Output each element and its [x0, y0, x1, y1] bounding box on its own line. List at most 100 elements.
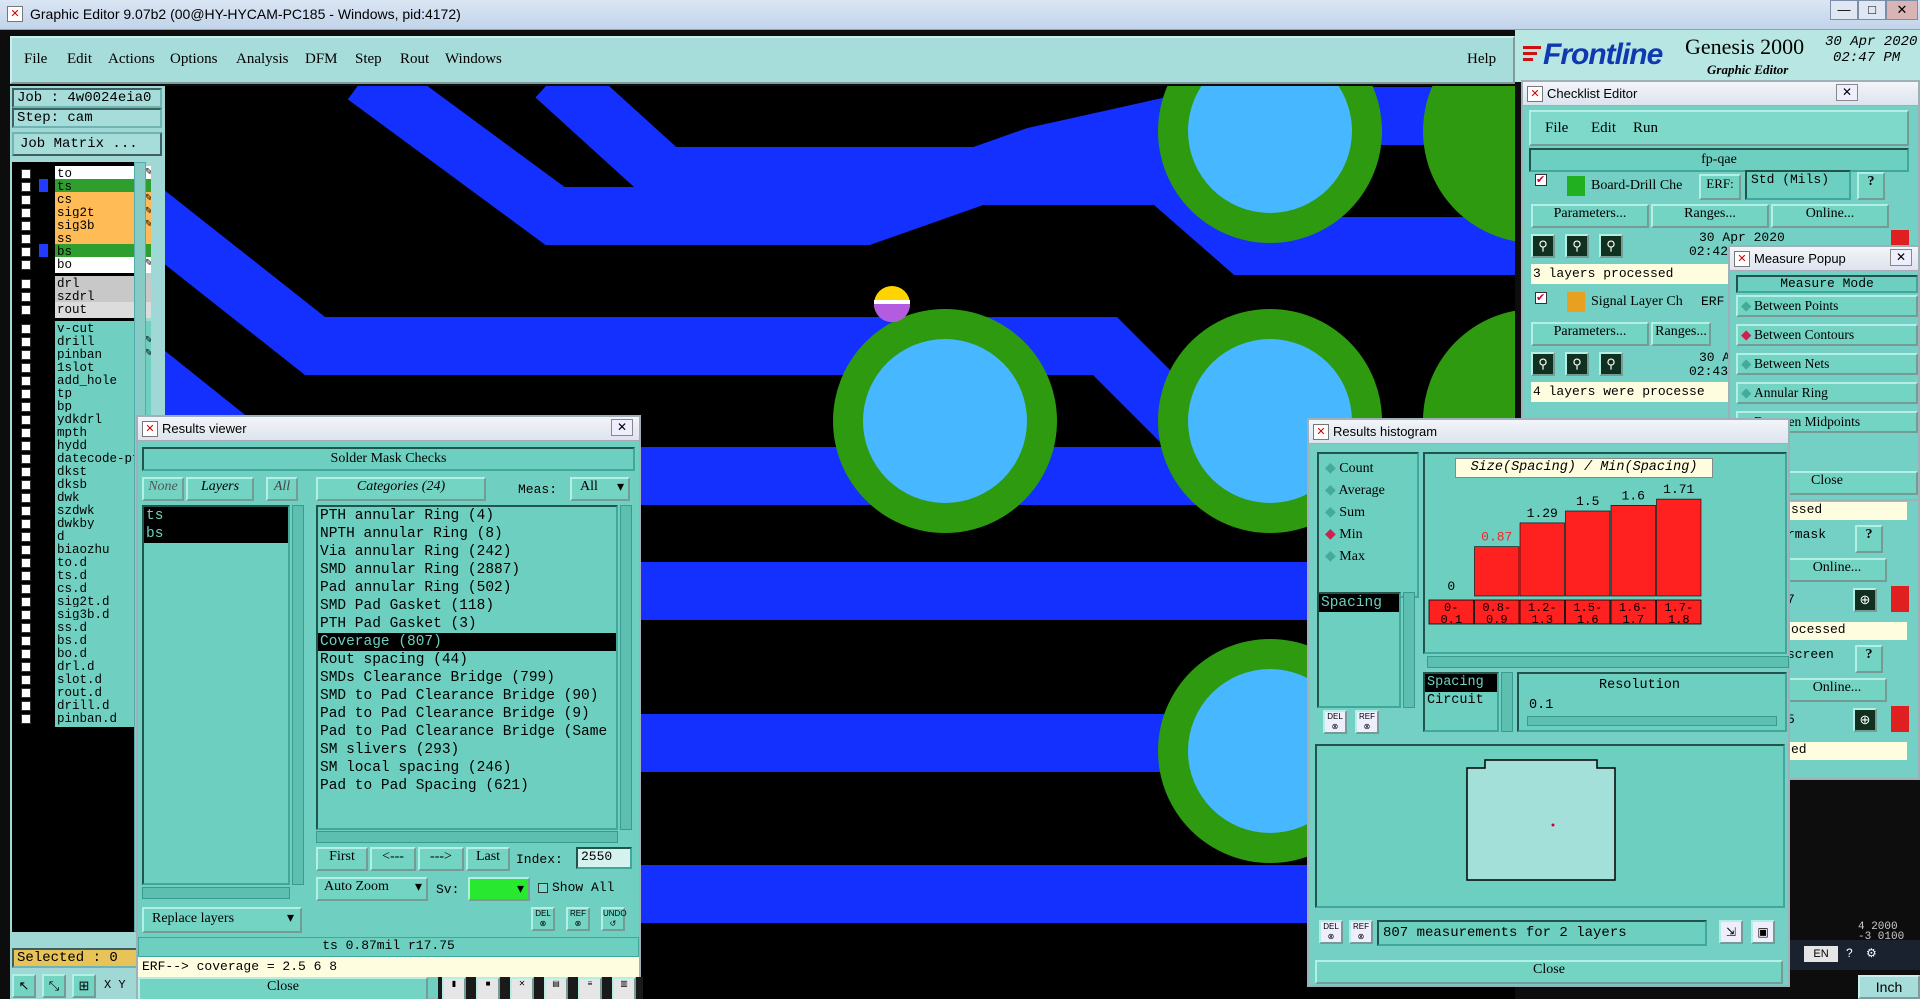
replace-layers-dropdown[interactable]: Replace layers ▾ [142, 907, 302, 933]
metric-list[interactable]: Spacing Circuit [1423, 672, 1499, 732]
layers-button[interactable]: Layers [186, 477, 254, 501]
category-item[interactable]: Coverage (807) [318, 633, 616, 651]
category-item[interactable]: SM slivers (293) [318, 741, 616, 759]
attribute-list-vscroll[interactable] [1403, 592, 1415, 708]
measure-mode-option[interactable]: ◆ Annular Ring [1736, 382, 1918, 404]
measure-mode-option[interactable]: ◆ Between Contours [1736, 324, 1918, 346]
check1-parameters-button[interactable]: Parameters... [1531, 204, 1649, 228]
check1-online-button[interactable]: Online... [1771, 204, 1889, 228]
check1-checkbox[interactable]: ✔ [1535, 174, 1547, 186]
all-layers-button[interactable]: All [266, 477, 298, 501]
layer-checkbox[interactable] [21, 292, 31, 302]
layer-checkbox[interactable] [21, 662, 31, 672]
measure-mode-option[interactable]: ◆ Between Nets [1736, 353, 1918, 375]
layer-checkbox[interactable] [21, 247, 31, 257]
refresh-icon[interactable]: REF ⊗ [566, 907, 590, 931]
sheet-icon[interactable]: ▤ [544, 977, 568, 999]
layer-checkbox[interactable] [21, 221, 31, 231]
menu-edit[interactable]: Edit [67, 51, 92, 68]
check2-parameters-button[interactable]: Parameters... [1531, 322, 1649, 346]
last-button[interactable]: Last [466, 847, 510, 871]
check1-name[interactable]: Board-Drill Che [1591, 178, 1682, 194]
grid-tool-icon[interactable]: ⊞ [72, 974, 96, 998]
category-item[interactable]: SMDs Clearance Bridge (799) [318, 669, 616, 687]
layer-checkbox[interactable] [21, 454, 31, 464]
histogram-bar[interactable] [1656, 498, 1702, 597]
check2-erf[interactable]: ERF [1701, 294, 1724, 309]
layer-checkbox[interactable] [21, 324, 31, 334]
grid-x-icon[interactable]: ✕ [510, 977, 534, 999]
histogram-bar[interactable] [1610, 505, 1656, 597]
index-input[interactable]: 2550 [576, 847, 632, 869]
histogram-hscroll[interactable] [1427, 656, 1789, 668]
layer-checkbox[interactable] [21, 305, 31, 315]
layer-checkbox[interactable] [21, 260, 31, 270]
layer-checkbox[interactable] [21, 688, 31, 698]
layer-checkbox[interactable] [21, 532, 31, 542]
check1-help-button[interactable]: ? [1857, 172, 1885, 200]
delete-icon[interactable]: DEL ⊗ [531, 907, 555, 931]
checklist-close-icon[interactable]: ✕ [1836, 84, 1858, 101]
measure-mode-option[interactable]: ◆ Between Points [1736, 295, 1918, 317]
category-list-vscroll[interactable] [620, 505, 632, 830]
run-icon[interactable]: ⚲ [1531, 234, 1555, 258]
category-item[interactable]: SMD annular Ring (2887) [318, 561, 616, 579]
layer-checkbox[interactable] [21, 428, 31, 438]
list-item[interactable]: ts [144, 507, 288, 525]
settings-tray-icon[interactable]: ⚙ [1866, 946, 1877, 960]
help-tray-icon[interactable]: ? [1846, 946, 1853, 960]
notes-icon[interactable]: ≡ [578, 977, 602, 999]
units-button[interactable]: Inch [1858, 975, 1920, 999]
layer-checkbox[interactable] [21, 701, 31, 711]
layer-results-list[interactable]: ts bs [142, 505, 290, 885]
check1-ranges-button[interactable]: Ranges... [1651, 204, 1769, 228]
results-viewer-close-icon[interactable]: ✕ [611, 419, 633, 436]
run-icon[interactable]: ⚲ [1565, 352, 1589, 376]
close-window-button[interactable]: ✕ [1886, 0, 1918, 20]
stat-radio-max[interactable]: ◆ Max [1325, 548, 1365, 565]
check3-online-button[interactable]: Online... [1787, 558, 1887, 582]
layer-checkbox[interactable] [21, 714, 31, 724]
histogram-icon[interactable]: ▥ [612, 977, 636, 999]
layer-checkbox[interactable] [21, 571, 31, 581]
checklist-menu-edit[interactable]: Edit [1591, 120, 1616, 137]
measure-close-icon[interactable]: ✕ [1890, 249, 1912, 266]
menu-analysis[interactable]: Analysis [236, 51, 289, 68]
category-item[interactable]: SMD to Pad Clearance Bridge (90) [318, 687, 616, 705]
resolution-slider[interactable] [1527, 716, 1777, 726]
histogram-bar[interactable] [1519, 522, 1565, 597]
film-tool-icon[interactable]: ■ [476, 977, 500, 999]
results-close-button[interactable]: Close [138, 977, 428, 999]
layer-checkbox[interactable] [21, 182, 31, 192]
category-item[interactable]: SM local spacing (246) [318, 759, 616, 777]
menu-actions[interactable]: Actions [108, 51, 155, 68]
menu-options[interactable]: Options [170, 51, 218, 68]
layer-row[interactable]: pinban.d✎ [17, 711, 151, 727]
layer-checkbox[interactable] [21, 169, 31, 179]
histogram-refresh-icon[interactable]: REF ⊗ [1355, 710, 1379, 734]
categories-button[interactable]: Categories (24) [316, 477, 486, 501]
zoom-icon[interactable]: ⊕ [1853, 588, 1877, 612]
check2-name[interactable]: Signal Layer Ch [1591, 294, 1683, 310]
none-button[interactable]: None [142, 477, 184, 501]
category-item[interactable]: PTH Pad Gasket (3) [318, 615, 616, 633]
layer-checkbox[interactable] [21, 506, 31, 516]
layer-checkbox[interactable] [21, 467, 31, 477]
export-icon[interactable]: ⇲ [1719, 920, 1743, 944]
checklist-menu-run[interactable]: Run [1633, 120, 1658, 137]
meas-dropdown[interactable]: All ▾ [570, 477, 630, 501]
category-item[interactable]: Via annular Ring (242) [318, 543, 616, 561]
minimize-button[interactable]: — [1830, 0, 1858, 20]
list-item[interactable]: Circuit [1425, 692, 1497, 710]
layer-checkbox[interactable] [21, 337, 31, 347]
menu-help[interactable]: Help [1467, 51, 1496, 68]
menu-windows[interactable]: Windows [445, 51, 502, 68]
run-icon[interactable]: ⚲ [1599, 352, 1623, 376]
first-button[interactable]: First [316, 847, 368, 871]
next-button[interactable]: ---> [418, 847, 464, 871]
category-item[interactable]: Rout spacing (44) [318, 651, 616, 669]
layer-checkbox[interactable] [21, 350, 31, 360]
layer-checkbox[interactable] [21, 480, 31, 490]
layer-checkbox[interactable] [21, 649, 31, 659]
check2-checkbox[interactable]: ✔ [1535, 292, 1547, 304]
